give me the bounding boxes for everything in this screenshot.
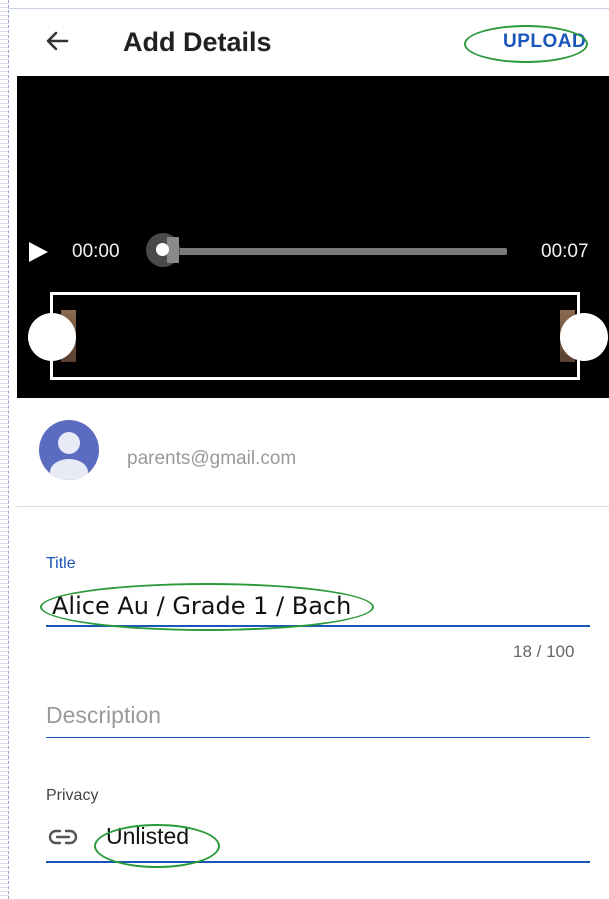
- app-header: Add Details UPLOAD: [17, 9, 609, 76]
- seek-bar[interactable]: [167, 248, 507, 255]
- privacy-label: Privacy: [46, 787, 99, 804]
- back-button[interactable]: [41, 25, 73, 57]
- title-input[interactable]: Alice Au / Grade 1 / Bach: [46, 581, 590, 627]
- title-value: Alice Au / Grade 1 / Bach: [52, 592, 352, 620]
- total-time: 00:07: [541, 241, 589, 262]
- title-char-count: 18 / 100: [513, 642, 575, 661]
- account-row: parents@gmail.com: [17, 398, 609, 507]
- page-title: Add Details: [123, 27, 272, 57]
- upload-button[interactable]: UPLOAD: [503, 31, 586, 53]
- play-icon: [29, 242, 48, 262]
- description-placeholder: Description: [46, 702, 162, 728]
- video-player: 00:00 00:07: [17, 76, 609, 398]
- person-avatar-icon: [39, 420, 99, 480]
- link-icon: [48, 829, 78, 845]
- trim-start-handle[interactable]: [28, 313, 76, 361]
- seek-thumb[interactable]: [156, 243, 169, 256]
- current-time: 00:00: [72, 241, 120, 262]
- avatar: [39, 420, 99, 480]
- account-email: parents@gmail.com: [127, 448, 297, 469]
- arrow-left-icon: [46, 31, 69, 51]
- privacy-value: Unlisted: [106, 823, 190, 849]
- trim-end-handle[interactable]: [560, 313, 608, 361]
- description-input[interactable]: Description: [46, 697, 590, 738]
- screenshot-frame-top: [8, 0, 609, 9]
- trim-selection-frame[interactable]: [50, 292, 580, 380]
- privacy-select[interactable]: Unlisted: [46, 815, 590, 863]
- screenshot-frame-left: [0, 0, 9, 899]
- title-label: Title: [46, 555, 76, 572]
- play-button[interactable]: [27, 241, 49, 263]
- add-details-screen: Add Details UPLOAD 00:00 00:07 parents@g…: [17, 9, 609, 899]
